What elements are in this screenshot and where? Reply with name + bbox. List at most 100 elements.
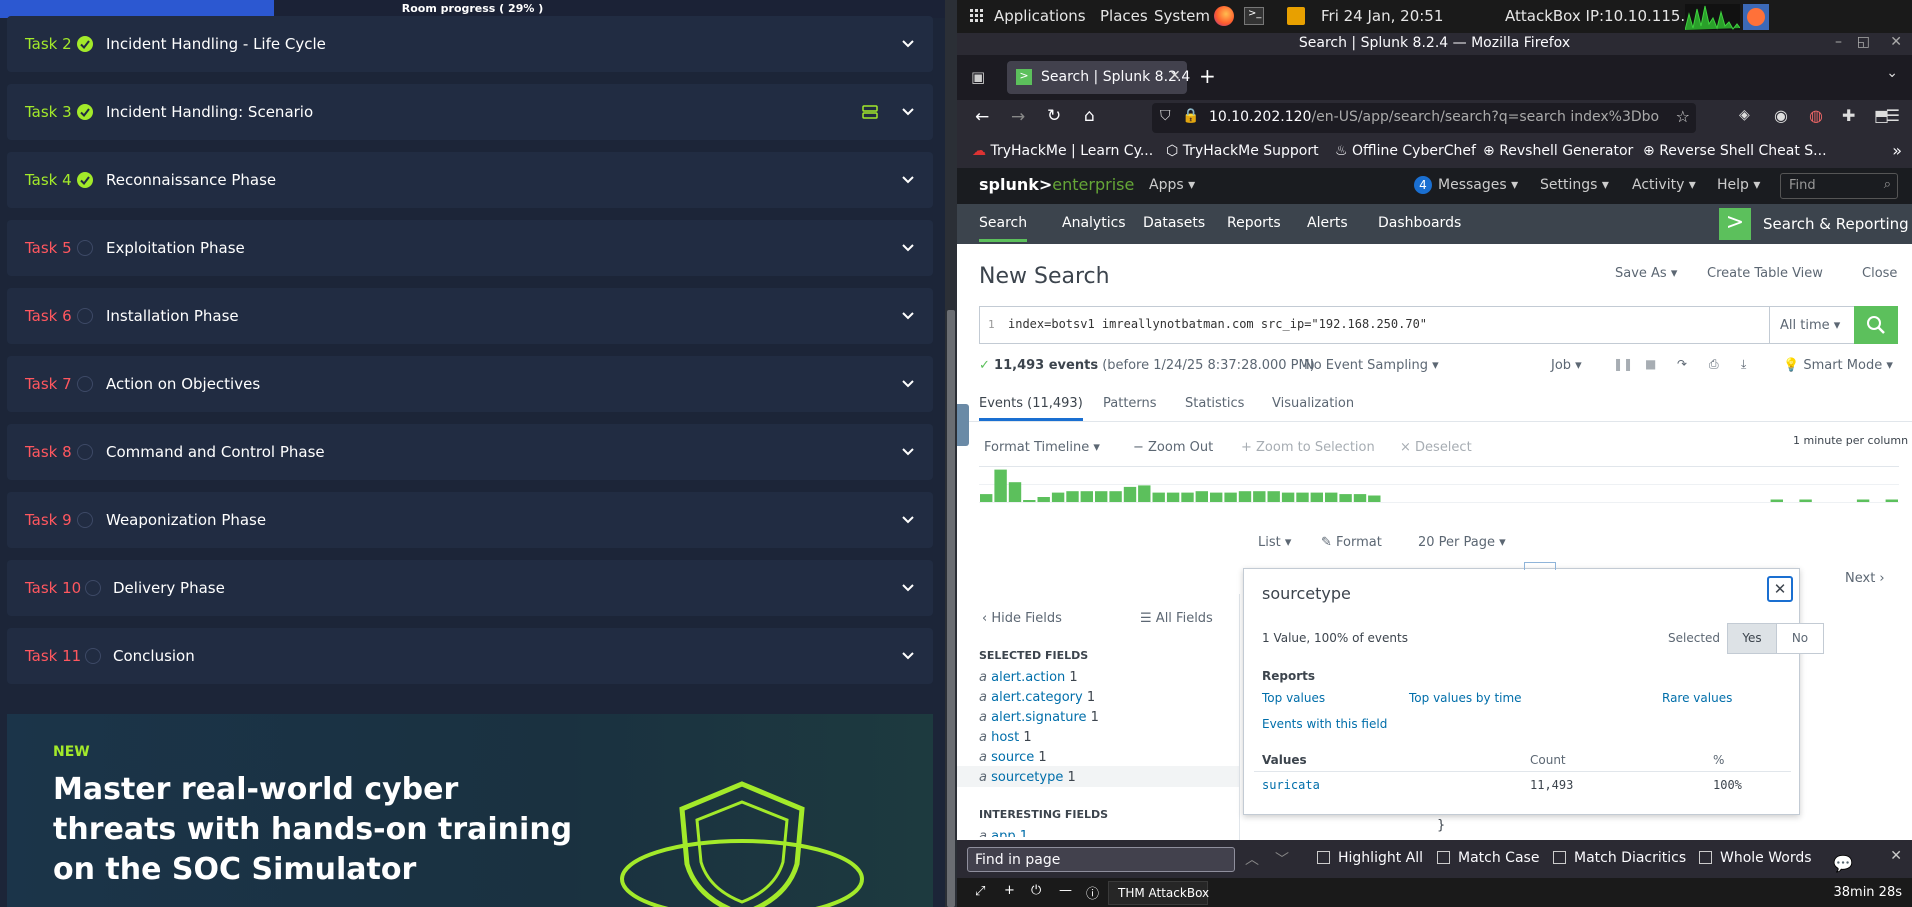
table-row[interactable]: suricata 11,493 100% (1254, 772, 1791, 799)
chat-bubble-icon[interactable]: 💬 (1833, 854, 1853, 873)
splunk-logo[interactable]: splunk>enterprise (979, 175, 1134, 194)
all-fields-button[interactable]: ☰ All Fields (1140, 611, 1213, 626)
bookmark-tryhackme[interactable]: ☁ TryHackMe | Learn Cy... (972, 143, 1153, 159)
field-item[interactable]: a alert.signature 1 (979, 710, 1099, 725)
create-table-view-button[interactable]: Create Table View (1707, 266, 1823, 281)
chevron-down-icon[interactable] (901, 240, 915, 254)
apps-menu[interactable]: Apps ▾ (1149, 177, 1195, 193)
clock[interactable]: Fri 24 Jan, 20:51 (1321, 7, 1443, 25)
save-as-menu[interactable]: Save As ▾ (1615, 266, 1677, 281)
task-row[interactable]: Task 9 Weaponization Phase (7, 492, 933, 548)
timeline-bar[interactable] (1109, 491, 1122, 502)
chevron-down-icon[interactable] (901, 308, 915, 322)
search-submit-button[interactable] (1854, 306, 1898, 344)
extensions-puzzle-icon[interactable]: ✚ (1842, 106, 1855, 125)
splunk-find-input[interactable]: Find ⌕ (1780, 173, 1898, 199)
soc-simulator-banner[interactable]: NEW Master real-world cyber threats with… (7, 714, 933, 907)
timeline-bar[interactable] (1267, 491, 1280, 502)
next-page-link[interactable]: Next › (1845, 571, 1885, 586)
task-row[interactable]: Task 5 Exploitation Phase (7, 220, 933, 276)
timeline-bar[interactable] (1195, 491, 1208, 502)
nav-alerts[interactable]: Alerts (1307, 215, 1348, 231)
result-tab[interactable]: Visualization (1272, 396, 1354, 411)
apps-grid-icon[interactable] (970, 9, 983, 22)
nav-datasets[interactable]: Datasets (1143, 215, 1205, 231)
nav-dashboards[interactable]: Dashboards (1378, 215, 1461, 231)
attackbox-tab[interactable]: THM AttackBox (1108, 881, 1209, 905)
task-row[interactable]: Task 8 Command and Control Phase (7, 424, 933, 480)
find-next-icon[interactable]: ﹀ (1275, 849, 1289, 869)
timeline-bar[interactable] (1339, 494, 1352, 502)
rare-values-link[interactable]: Rare values (1662, 691, 1732, 705)
timeline-bar[interactable] (1770, 499, 1783, 503)
event-sampling-menu[interactable]: No Event Sampling ▾ (1304, 358, 1439, 373)
event-timeline-chart[interactable] (979, 466, 1899, 502)
timeline-bar[interactable] (1066, 491, 1079, 502)
timeline-bar[interactable] (1885, 499, 1898, 503)
active-tab[interactable]: > Search | Splunk 8.2.4 ✕ (1007, 61, 1190, 94)
nav-search[interactable]: Search (979, 215, 1028, 242)
timeline-bar[interactable] (1238, 491, 1252, 502)
timeline-bar[interactable] (1095, 491, 1108, 502)
activity-menu[interactable]: Activity ▾ (1632, 177, 1696, 193)
timeline-bar[interactable] (1166, 492, 1180, 502)
chevron-down-icon[interactable] (901, 512, 915, 526)
help-menu[interactable]: Help ▾ (1717, 177, 1760, 193)
info-icon[interactable]: ⓘ (1086, 883, 1099, 902)
timeline-bar[interactable] (1281, 492, 1295, 502)
task-row[interactable]: Task 11 Conclusion (7, 628, 933, 684)
tab-overview-icon[interactable]: ▣ (971, 68, 985, 86)
timeline-bar[interactable] (980, 494, 993, 502)
task-row[interactable]: Task 6 Installation Phase (7, 288, 933, 344)
home-icon[interactable]: ⌂ (1084, 106, 1095, 126)
close-window-icon[interactable]: ✕ (1890, 34, 1902, 50)
pause-icon[interactable]: ❚❚ (1613, 357, 1633, 371)
task-row[interactable]: Task 3 Incident Handling: Scenario (7, 84, 933, 140)
app-name[interactable]: Search & Reporting (1763, 215, 1909, 233)
url-field[interactable]: ⛉ 🔒 10.10.202.120/en-US/app/search/searc… (1152, 103, 1696, 133)
timeline-bar[interactable] (1224, 492, 1237, 502)
add-icon[interactable]: + (1004, 883, 1015, 898)
per-page-menu[interactable]: 20 Per Page ▾ (1418, 535, 1506, 550)
stack-icon[interactable] (862, 104, 878, 120)
power-icon[interactable]: ⏻ (1031, 883, 1041, 898)
back-icon[interactable]: ← (975, 107, 989, 127)
timeline-bar[interactable] (1138, 485, 1151, 502)
selected-yes-button[interactable]: Yes (1727, 623, 1777, 654)
top-values-link[interactable]: Top values (1262, 691, 1325, 705)
extension-icon[interactable]: ◍ (1809, 106, 1823, 125)
new-tab-icon[interactable]: + (1199, 64, 1216, 88)
result-tab[interactable]: Events (11,493) (979, 396, 1083, 421)
zoom-to-selection-button[interactable]: + Zoom to Selection (1241, 440, 1375, 455)
selected-no-button[interactable]: No (1776, 623, 1824, 654)
deselect-button[interactable]: × Deselect (1400, 440, 1472, 455)
timeline-bar[interactable] (1353, 494, 1367, 502)
field-item[interactable]: a alert.action 1 (979, 670, 1078, 685)
task-row[interactable]: Task 4 Reconnaissance Phase (7, 152, 933, 208)
bookmark-reverse-shell[interactable]: ⊕ Reverse Shell Cheat S... (1643, 143, 1827, 159)
popup-close-icon[interactable]: ✕ (1767, 576, 1793, 602)
close-find-bar-icon[interactable]: ✕ (1890, 848, 1902, 864)
tab-close-icon[interactable]: ✕ (1169, 68, 1181, 84)
timeline-bar[interactable] (1368, 495, 1381, 503)
hamburger-menu-icon[interactable]: ☰ (1886, 106, 1900, 125)
interesting-field-partial[interactable]: a app 1 (979, 829, 1028, 837)
result-tab[interactable]: Patterns (1103, 396, 1157, 411)
timeline-bar[interactable] (1856, 499, 1870, 503)
tracking-shield-icon[interactable]: ⛉ (1160, 108, 1171, 124)
lock-icon[interactable]: 🔒 (1182, 108, 1199, 124)
scrollbar-thumb[interactable] (947, 310, 955, 907)
chevron-down-icon[interactable] (901, 444, 915, 458)
top-values-by-time-link[interactable]: Top values by time (1409, 691, 1522, 705)
minimize-icon[interactable]: — (1059, 883, 1072, 898)
find-previous-icon[interactable]: ︿ (1245, 849, 1259, 869)
chevron-down-icon[interactable] (901, 376, 915, 390)
timeline-bar[interactable] (1152, 492, 1165, 502)
hide-fields-button[interactable]: ‹ Hide Fields (982, 611, 1062, 626)
events-with-field-link[interactable]: Events with this field (1262, 717, 1387, 731)
timeline-bar[interactable] (1080, 491, 1093, 502)
timeline-bar[interactable] (994, 469, 1007, 502)
fullscreen-icon[interactable]: ⤢ (975, 884, 985, 899)
list-view-menu[interactable]: List ▾ (1258, 535, 1291, 550)
task-row[interactable]: Task 2 Incident Handling - Life Cycle (7, 16, 933, 72)
